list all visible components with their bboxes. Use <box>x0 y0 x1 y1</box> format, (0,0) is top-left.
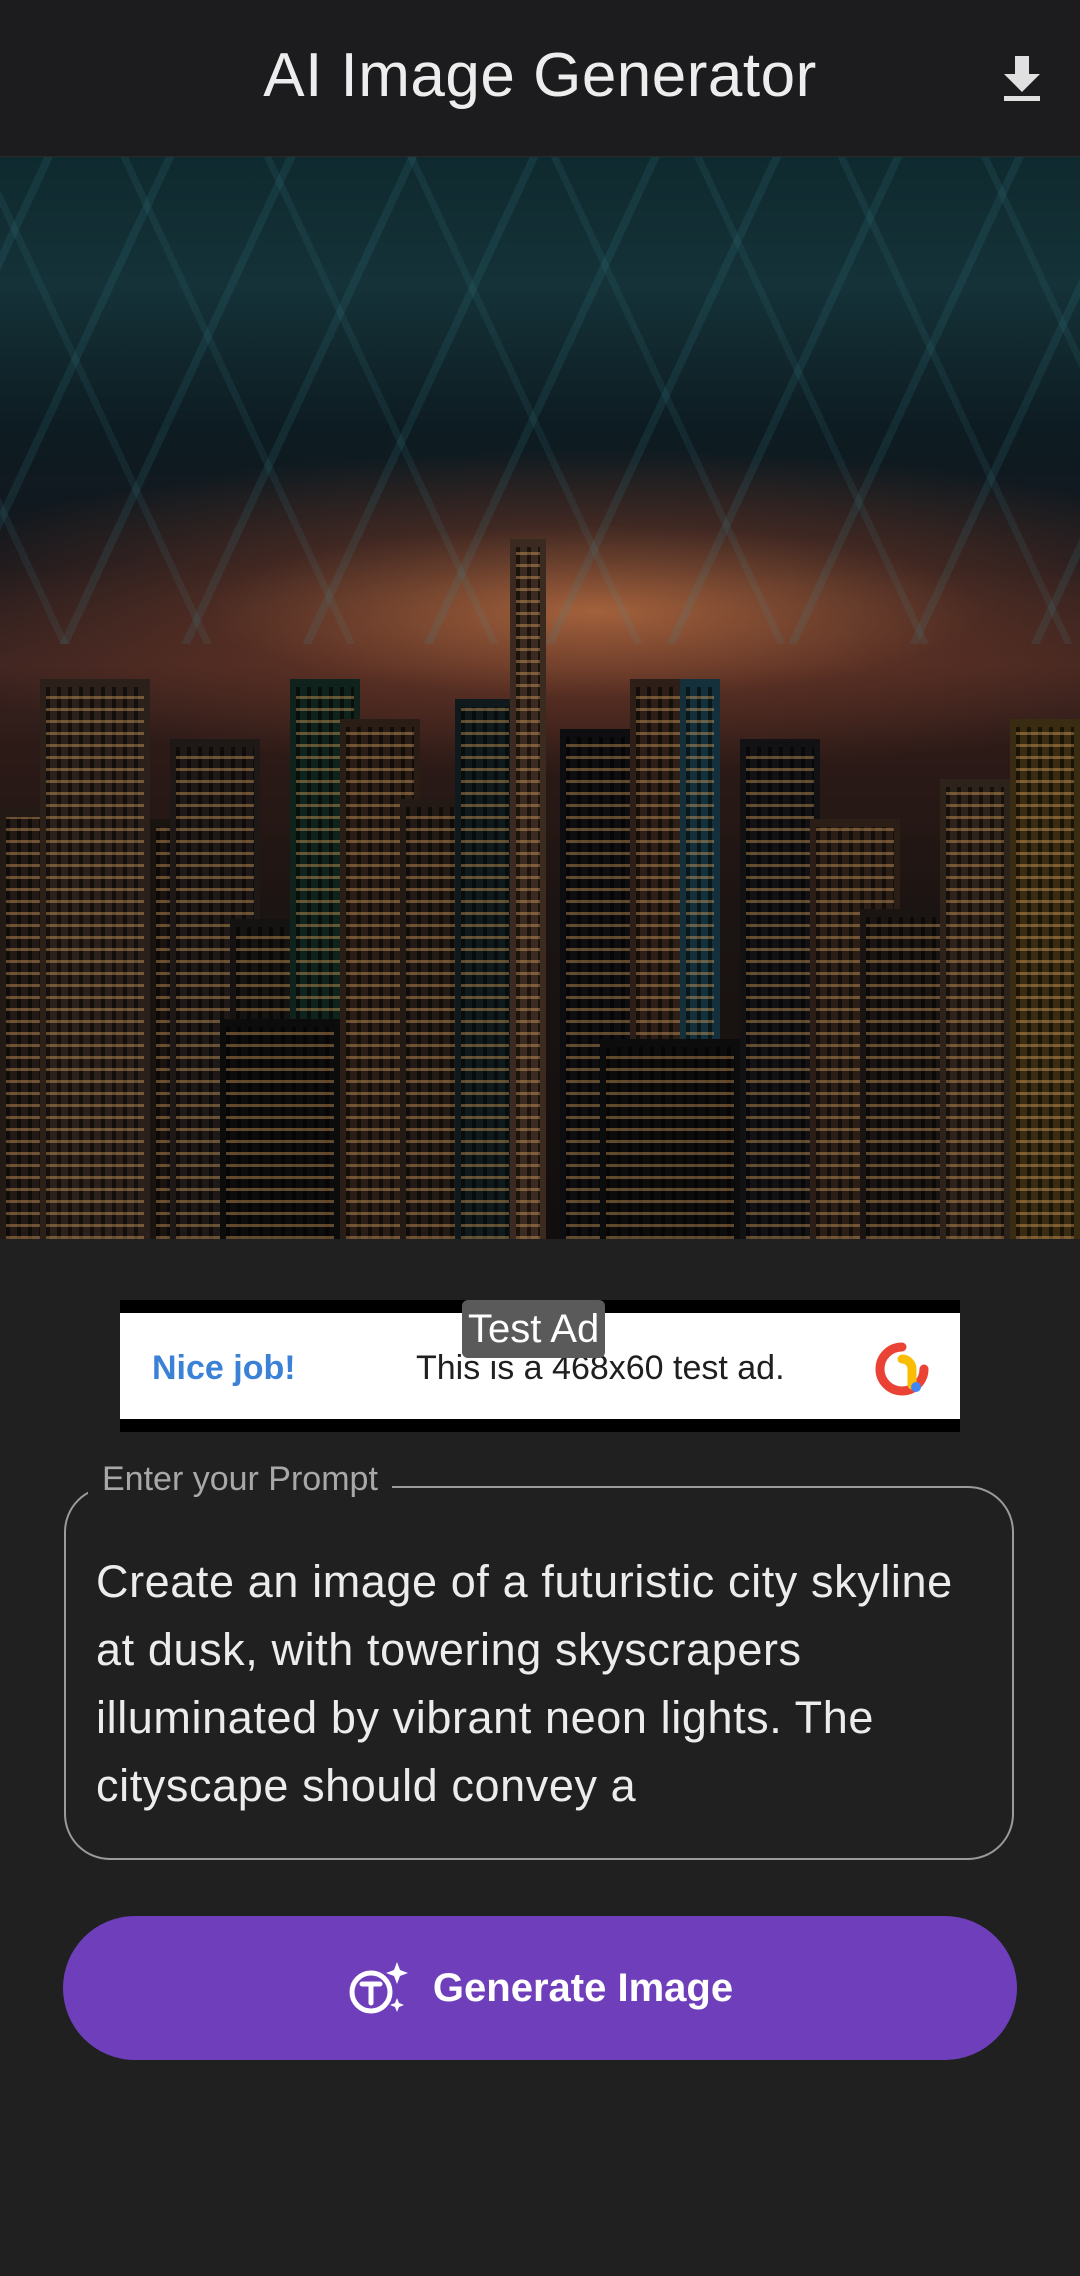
building <box>455 699 515 1239</box>
app-bar: AI Image Generator <box>0 0 1080 157</box>
generated-image <box>0 157 1080 1239</box>
building <box>1010 719 1080 1239</box>
ad-banner[interactable]: Nice job! This is a 468x60 test ad. Test… <box>120 1300 960 1432</box>
prompt-input[interactable]: Create an image of a futuristic city sky… <box>96 1548 972 1820</box>
building <box>220 1019 340 1239</box>
building <box>860 909 950 1239</box>
ad-headline: Nice job! <box>152 1349 296 1387</box>
app-title: AI Image Generator <box>263 41 817 110</box>
building <box>940 779 1010 1239</box>
prompt-field[interactable]: Enter your Prompt Create an image of a f… <box>64 1460 1014 1860</box>
prompt-label: Enter your Prompt <box>88 1460 392 1499</box>
generate-image-button[interactable]: Generate Image <box>63 1916 1017 2060</box>
admob-logo-icon <box>875 1342 929 1396</box>
test-ad-badge: Test Ad <box>462 1300 606 1358</box>
download-icon <box>1004 56 1040 101</box>
building <box>510 539 546 1239</box>
text-sparkle-icon <box>349 1962 408 2014</box>
building <box>600 1039 740 1239</box>
generate-image-label: Generate Image <box>432 1965 734 2010</box>
download-button[interactable] <box>988 48 1056 108</box>
building <box>740 739 820 1239</box>
building <box>40 679 150 1239</box>
